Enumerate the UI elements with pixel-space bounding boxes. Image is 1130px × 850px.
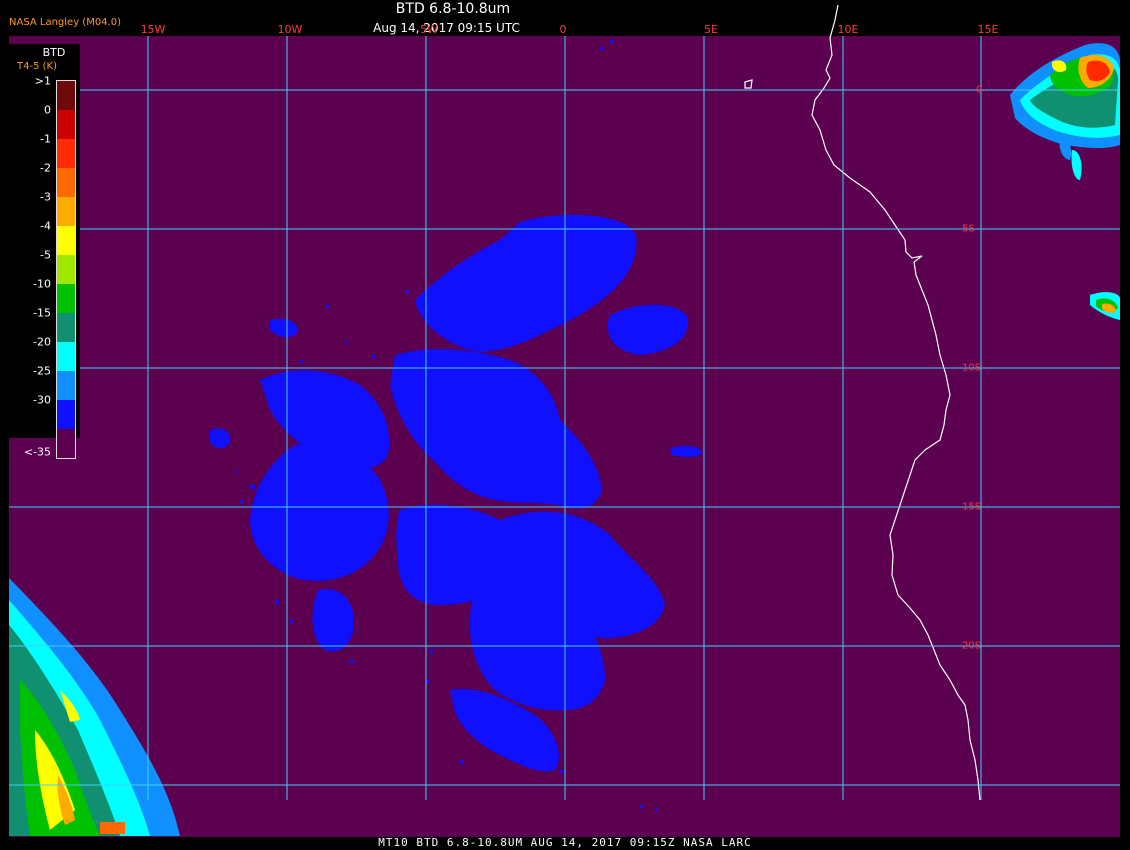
legend-swatch xyxy=(57,342,75,371)
legend-swatch xyxy=(57,284,75,313)
legend-units: T4-5 (K) xyxy=(17,61,57,72)
legend-swatch xyxy=(57,371,75,400)
legend-label: -30 xyxy=(33,393,51,407)
legend-label: -2 xyxy=(40,161,51,175)
color-legend: BTD T4-5 (K) >1 0 -1 -2 -3 -4 -5 -10 -15 -20 -25 -3… xyxy=(9,44,80,459)
legend-label: -1 xyxy=(40,132,51,146)
lat-label-0: 0 xyxy=(976,84,983,96)
product-title: BTD 6.8-10.8um xyxy=(395,1,511,17)
lon-label-0: 0 xyxy=(559,23,567,36)
legend-label: 0 xyxy=(44,103,51,117)
lon-label-10e: 10E xyxy=(837,23,859,36)
legend-swatch xyxy=(57,168,75,197)
legend-swatch xyxy=(57,255,75,284)
legend-label: <-35 xyxy=(23,445,51,459)
legend-swatch xyxy=(57,197,75,226)
legend-swatch xyxy=(57,313,75,342)
legend-swatch xyxy=(57,139,75,168)
legend-label: -4 xyxy=(40,219,51,233)
legend-label: -15 xyxy=(33,306,51,320)
legend-label: -5 xyxy=(40,248,51,262)
lat-label-20s: 20S xyxy=(962,640,982,652)
satellite-map xyxy=(0,0,1130,850)
legend-label: -25 xyxy=(33,364,51,378)
legend-title: BTD xyxy=(42,46,66,59)
footer-caption: MT10 BTD 6.8-10.8UM AUG 14, 2017 09:15Z … xyxy=(378,836,752,849)
lon-label-5w: 5W xyxy=(420,23,438,36)
timestamp: Aug 14, 2017 09:15 UTC xyxy=(373,21,520,35)
lon-label-10w: 10W xyxy=(277,23,303,36)
lon-label-5e: 5E xyxy=(704,23,718,36)
legend-swatch xyxy=(57,81,75,110)
lon-label-15w: 15W xyxy=(140,23,166,36)
legend-swatch xyxy=(57,429,75,458)
legend-swatch xyxy=(57,226,75,255)
legend-colorbar xyxy=(56,80,76,459)
legend-label: >1 xyxy=(34,74,51,88)
lat-label-5s: 5S xyxy=(962,223,975,235)
legend-label: -3 xyxy=(40,190,51,204)
lat-label-15s: 15S xyxy=(962,501,982,513)
legend-swatch xyxy=(57,400,75,429)
legend-label: -20 xyxy=(33,335,51,349)
lon-label-15e: 15E xyxy=(977,23,999,36)
lat-label-10s: 10S xyxy=(962,362,982,374)
legend-label: -10 xyxy=(33,277,51,291)
legend-swatch xyxy=(57,110,75,139)
